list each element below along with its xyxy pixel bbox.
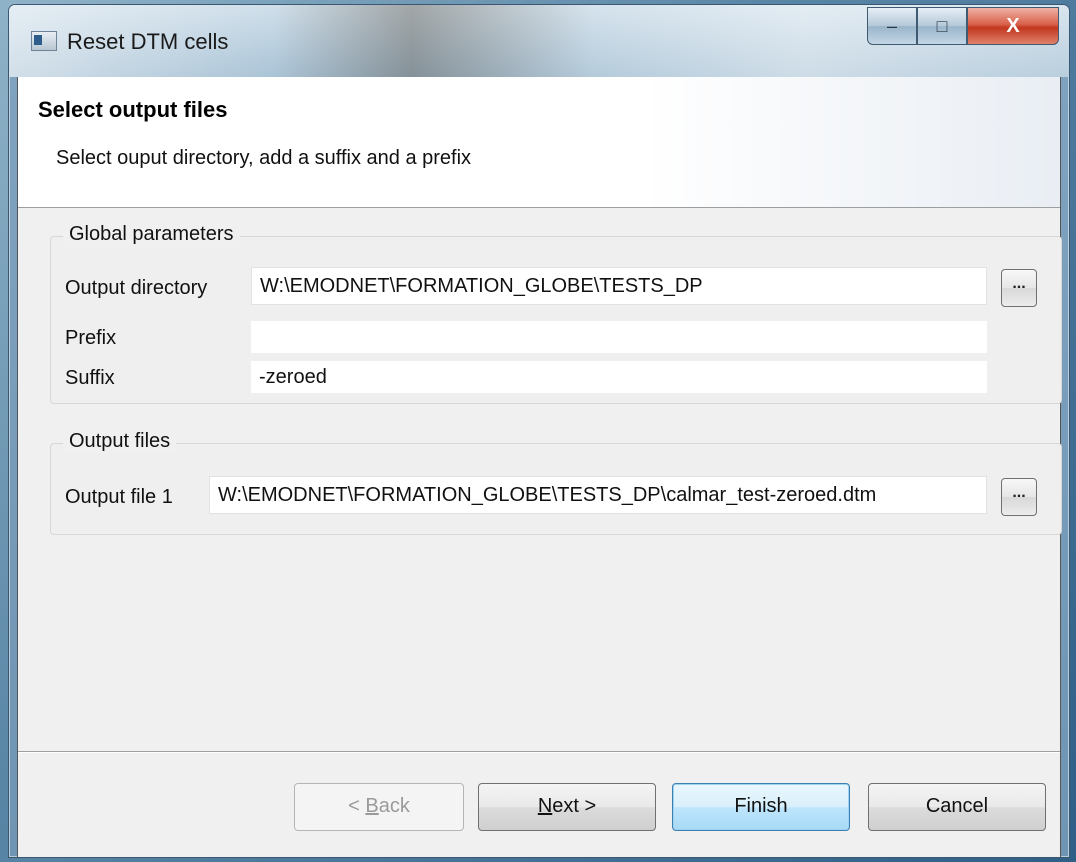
output-file-1-label: Output file 1: [65, 486, 173, 508]
suffix-field[interactable]: [251, 361, 987, 393]
app-icon: [31, 31, 57, 51]
page-description: Select ouput directory, add a suffix and…: [56, 147, 472, 169]
title-bar[interactable]: Reset DTM cells – □ X: [9, 5, 1069, 77]
output-directory-browse-button[interactable]: ...: [1001, 269, 1037, 307]
back-button-rest: ack: [378, 795, 410, 817]
page-title: Select output files: [38, 97, 228, 122]
finish-button[interactable]: Finish: [672, 783, 850, 831]
dialog-client-area: Select output files Select ouput directo…: [17, 77, 1062, 857]
window-controls: – □ X: [867, 7, 1059, 45]
next-button[interactable]: Next >: [478, 783, 656, 831]
output-directory-field[interactable]: [251, 267, 987, 305]
output-file-1-field[interactable]: [209, 476, 987, 514]
dialog-window: Reset DTM cells – □ X Select output file…: [8, 4, 1070, 858]
global-parameters-label: Global parameters: [63, 223, 240, 246]
suffix-label: Suffix: [65, 367, 115, 389]
output-file-1-browse-button[interactable]: ...: [1001, 478, 1037, 516]
wizard-header: Select output files Select ouput directo…: [18, 77, 1060, 208]
next-button-rest: ext >: [552, 795, 597, 817]
prefix-field[interactable]: [251, 321, 987, 353]
back-button-prefix: <: [348, 795, 366, 817]
window-title: Reset DTM cells: [67, 29, 229, 54]
output-files-group: Output files Output file 1 ...: [50, 430, 1062, 535]
cancel-button[interactable]: Cancel: [868, 783, 1046, 831]
global-parameters-group: Global parameters Output directory ... P…: [50, 223, 1062, 404]
output-directory-label: Output directory: [65, 277, 208, 299]
output-files-label: Output files: [63, 430, 177, 453]
maximize-button[interactable]: □: [917, 7, 967, 45]
next-button-mnemonic: N: [537, 795, 553, 817]
minimize-button[interactable]: –: [867, 7, 917, 45]
back-button-mnemonic: B: [365, 795, 379, 817]
back-button[interactable]: < Back: [294, 783, 464, 831]
close-button[interactable]: X: [967, 7, 1059, 45]
button-bar-separator: [18, 751, 1060, 753]
prefix-label: Prefix: [65, 327, 117, 349]
